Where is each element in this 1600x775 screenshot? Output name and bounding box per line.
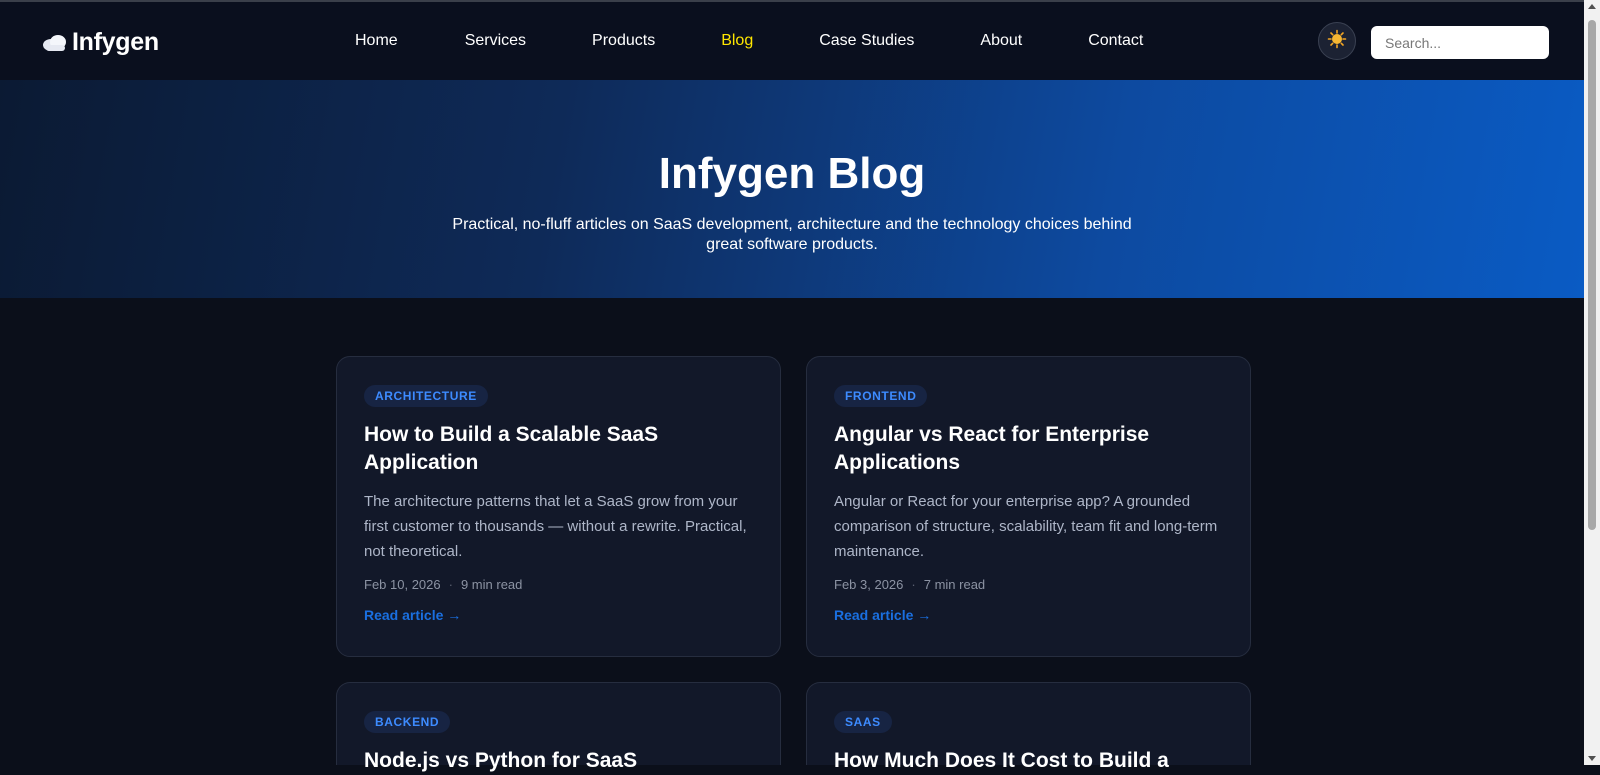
main-nav: Home Services Products Blog Case Studies… (336, 32, 1143, 50)
nav-item-blog[interactable]: Blog (721, 32, 753, 50)
blog-card[interactable]: FRONTEND Angular vs React for Enterprise… (806, 356, 1251, 657)
blog-card[interactable]: BACKEND Node.js vs Python for SaaS (336, 682, 781, 772)
nav-item-contact[interactable]: Contact (1088, 32, 1143, 50)
nav-item-case-studies[interactable]: Case Studies (819, 32, 914, 50)
nav-item-services[interactable]: Services (465, 32, 526, 50)
scrollbar-thumb[interactable] (1588, 20, 1596, 530)
top-navbar: Infygen Home Services Products Blog Case… (0, 0, 1584, 80)
read-article-link[interactable]: Read article → (834, 607, 931, 623)
post-meta: Feb 3, 2026 · 7 min read (834, 577, 1223, 592)
nav-item-home[interactable]: Home (355, 32, 398, 50)
search-input[interactable] (1371, 26, 1549, 59)
page-title: Infygen Blog (658, 149, 926, 198)
post-title[interactable]: Node.js vs Python for SaaS (364, 747, 753, 775)
brand-logo[interactable]: Infygen (42, 28, 159, 57)
blog-card[interactable]: ARCHITECTURE How to Build a Scalable Saa… (336, 356, 781, 657)
blog-card[interactable]: SAAS How Much Does It Cost to Build a (806, 682, 1251, 772)
category-badge: BACKEND (364, 711, 451, 733)
brand-name: Infygen (72, 28, 159, 56)
nav-item-products[interactable]: Products (592, 32, 655, 50)
scroll-down-arrow-icon[interactable] (1588, 756, 1596, 761)
vertical-scrollbar[interactable] (1584, 0, 1600, 765)
post-date: Feb 3, 2026 (834, 577, 904, 592)
post-title[interactable]: Angular vs React for Enterprise Applicat… (834, 421, 1223, 477)
nav-item-about[interactable]: About (980, 32, 1022, 50)
read-article-link[interactable]: Read article → (364, 607, 461, 623)
meta-separator: · (448, 577, 453, 592)
category-badge: FRONTEND (834, 385, 928, 407)
post-meta: Feb 10, 2026 · 9 min read (364, 577, 753, 592)
category-badge: SAAS (834, 711, 892, 733)
category-badge: ARCHITECTURE (364, 385, 488, 407)
meta-separator: · (911, 577, 916, 592)
post-title[interactable]: How Much Does It Cost to Build a (834, 747, 1223, 775)
post-title[interactable]: How to Build a Scalable SaaS Application (364, 421, 753, 477)
scroll-up-arrow-icon[interactable] (1588, 4, 1596, 9)
post-read-time: 7 min read (923, 577, 986, 592)
post-read-time: 9 min read (460, 577, 523, 592)
theme-toggle-button[interactable] (1318, 22, 1356, 60)
post-description: Angular or React for your enterprise app… (834, 493, 1218, 560)
blog-hero: Infygen Blog Practical, no-fluff article… (0, 80, 1584, 298)
sun-icon (1327, 29, 1347, 54)
cloud-icon (42, 34, 68, 52)
post-date: Feb 10, 2026 (364, 577, 441, 592)
post-description: The architecture patterns that let a Saa… (364, 493, 747, 560)
page-subtitle: Practical, no-fluff articles on SaaS dev… (452, 216, 1132, 253)
